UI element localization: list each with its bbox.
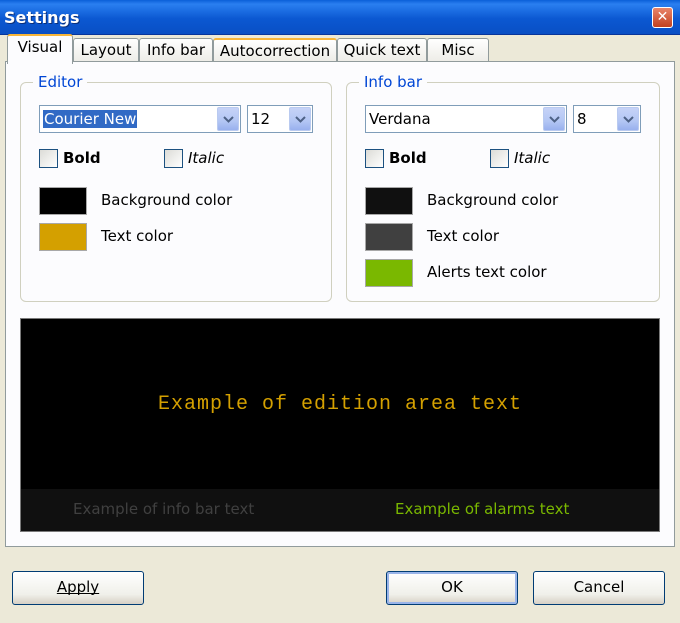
editor-text-color-swatch[interactable] [39, 223, 87, 251]
cancel-button[interactable]: Cancel [533, 571, 665, 605]
editor-size-value: 12 [251, 110, 271, 128]
infobar-font-dropdown-button[interactable] [543, 107, 565, 131]
tab-bar: Visual Layout Info bar Autocorrection Qu… [5, 34, 675, 64]
infobar-font-select[interactable]: Verdana [365, 105, 567, 133]
infobar-alerts-color-label: Alerts text color [427, 263, 547, 281]
editor-bold-label: Bold [63, 149, 101, 167]
editor-font-value: Courier New [43, 110, 138, 128]
apply-button-label: Apply [56, 578, 100, 596]
infobar-legend: Info bar [359, 73, 428, 91]
infobar-italic-checkbox[interactable] [490, 149, 509, 168]
ok-button[interactable]: OK [386, 571, 518, 605]
preview-edition-text: Example of edition area text [157, 393, 523, 416]
infobar-size-dropdown-button[interactable] [617, 107, 639, 131]
infobar-text-color-label: Text color [427, 227, 500, 245]
chevron-down-icon [549, 116, 560, 123]
editor-font-dropdown-button[interactable] [217, 107, 239, 131]
infobar-text-color-swatch[interactable] [365, 223, 413, 251]
ok-button-label: OK [441, 578, 463, 596]
editor-font-select[interactable]: Courier New [39, 105, 241, 133]
tab-info-bar[interactable]: Info bar [139, 38, 213, 63]
editor-text-color-label: Text color [101, 227, 174, 245]
infobar-background-color-label: Background color [427, 191, 559, 209]
infobar-font-value: Verdana [369, 110, 431, 128]
title-bar: Settings ✕ [0, 0, 680, 35]
tab-visual[interactable]: Visual [7, 34, 73, 64]
editor-background-color-swatch[interactable] [39, 187, 87, 215]
infobar-size-value: 8 [577, 110, 587, 128]
preview-alarms-text: Example of alarms text [395, 500, 570, 518]
visual-tab-panel: Editor Courier New 12 Bold Italic Backgr… [5, 61, 675, 547]
apply-button[interactable]: Apply [12, 571, 144, 605]
window-title: Settings [4, 8, 80, 27]
editor-italic-label: Italic [188, 149, 225, 167]
editor-size-dropdown-button[interactable] [289, 107, 311, 131]
infobar-group: Info bar Verdana 8 Bold Italic Backgroun… [346, 73, 660, 302]
close-icon: ✕ [656, 9, 669, 25]
editor-legend: Editor [33, 73, 88, 91]
infobar-alerts-color-swatch[interactable] [365, 259, 413, 287]
infobar-italic-label: Italic [514, 149, 551, 167]
chevron-down-icon [623, 116, 634, 123]
infobar-bold-label: Bold [389, 149, 427, 167]
infobar-background-color-swatch[interactable] [365, 187, 413, 215]
tab-quick-text[interactable]: Quick text [337, 38, 427, 63]
preview-area: Example of edition area text Example of … [20, 318, 660, 532]
cancel-button-label: Cancel [573, 578, 625, 596]
tab-misc[interactable]: Misc [427, 38, 489, 63]
tab-layout[interactable]: Layout [73, 38, 139, 63]
editor-bold-checkbox[interactable] [39, 149, 58, 168]
editor-size-select[interactable]: 12 [247, 105, 313, 133]
preview-info-bar: Example of info bar text Example of alar… [21, 489, 659, 531]
chevron-down-icon [295, 116, 306, 123]
close-button[interactable]: ✕ [652, 7, 673, 28]
editor-background-color-label: Background color [101, 191, 233, 209]
preview-info-bar-text: Example of info bar text [73, 500, 255, 518]
chevron-down-icon [223, 116, 234, 123]
tab-autocorrection[interactable]: Autocorrection [213, 38, 337, 63]
editor-group: Editor Courier New 12 Bold Italic Backgr… [20, 73, 332, 302]
infobar-size-select[interactable]: 8 [573, 105, 641, 133]
editor-italic-checkbox[interactable] [164, 149, 183, 168]
infobar-bold-checkbox[interactable] [365, 149, 384, 168]
